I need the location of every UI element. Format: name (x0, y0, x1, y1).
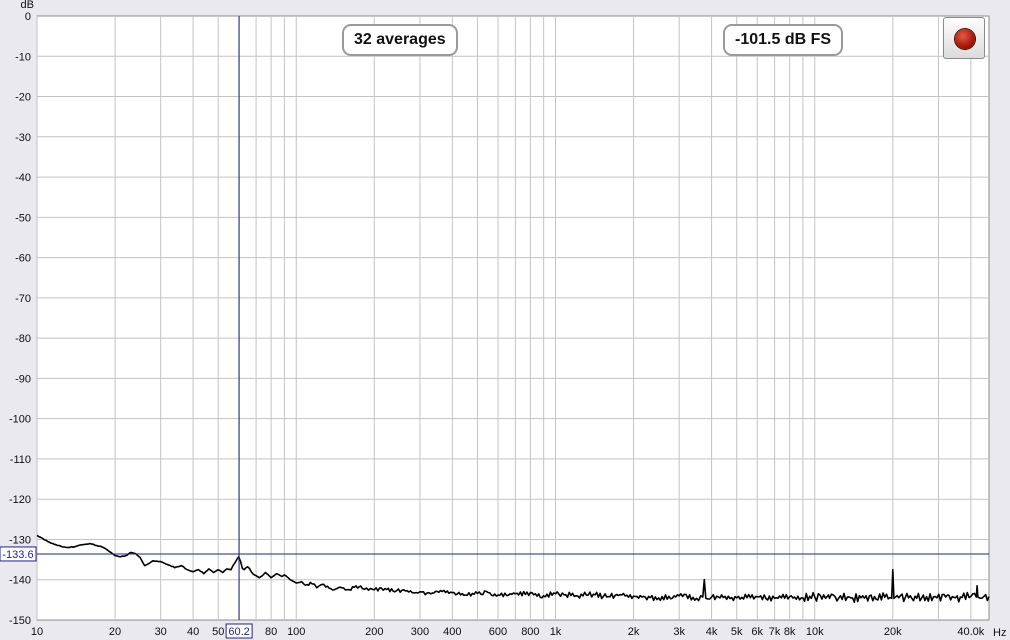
spectrum-chart[interactable]: 0 -10 -20 -30 -40 -50 -60 -70 -80 -90 -100 -110 -120… (0, 0, 1010, 640)
y-tick-label: -70 (15, 293, 31, 305)
x-tick-label: 40.0k (957, 626, 984, 638)
y-tick-label: -110 (10, 454, 31, 466)
x-tick-label: 10k (806, 626, 824, 638)
x-tick-label: 1k (550, 626, 562, 638)
y-tick-label: 0 (25, 11, 31, 23)
averages-readout: 32 averages (342, 24, 458, 56)
x-tick-label: 40 (187, 626, 199, 638)
x-tick-label: 8k (784, 626, 796, 638)
x-tick-label: 2k (628, 626, 640, 638)
x-tick-label: 6k (751, 626, 763, 638)
cursor-x-readout: 60.2 (228, 626, 249, 638)
x-tick-label: 20k (884, 626, 902, 638)
level-readout: -101.5 dB FS (723, 24, 844, 56)
y-tick-label: -20 (15, 92, 31, 104)
x-tick-label: 80 (265, 626, 277, 638)
y-tick-label: -130 (9, 534, 31, 546)
x-axis-unit-label: Hz (993, 627, 1006, 639)
x-tick-label: 100 (287, 626, 305, 638)
x-tick-label: 30 (155, 626, 167, 638)
y-tick-label: -90 (15, 373, 31, 385)
plot-area[interactable] (36, 15, 990, 621)
y-tick-label: -150 (9, 615, 31, 627)
y-tick-label: -30 (15, 132, 31, 144)
spectrum-analyzer-window: 0 -10 -20 -30 -40 -50 -60 -70 -80 -90 -100 -110 -120… (0, 0, 1010, 640)
x-tick-label: 20 (109, 626, 121, 638)
y-tick-label: -10 (15, 51, 31, 63)
y-tick-label: -40 (15, 172, 31, 184)
x-tick-label: 7k (769, 626, 781, 638)
x-tick-label: 3k (673, 626, 685, 638)
y-tick-label: -60 (15, 253, 31, 265)
x-tick-label: 200 (365, 626, 383, 638)
x-tick-label: 400 (443, 626, 461, 638)
y-tick-label: -140 (9, 575, 31, 587)
y-tick-label: -120 (9, 494, 31, 506)
y-tick-label: -80 (15, 333, 31, 345)
x-tick-label: 10 (31, 626, 43, 638)
x-tick-label: 600 (489, 626, 507, 638)
record-button[interactable] (943, 17, 985, 59)
cursor-y-readout: -133.6 (2, 549, 33, 561)
x-tick-label: 5k (731, 626, 743, 638)
y-tick-label: -50 (15, 212, 31, 224)
x-tick-label: 300 (411, 626, 429, 638)
x-tick-label: 50 (212, 626, 224, 638)
record-icon (955, 29, 975, 49)
x-tick-label: 800 (521, 626, 539, 638)
y-tick-label: -100 (9, 414, 31, 426)
x-tick-label: 4k (706, 626, 718, 638)
y-axis-unit-label: dB (21, 0, 34, 11)
